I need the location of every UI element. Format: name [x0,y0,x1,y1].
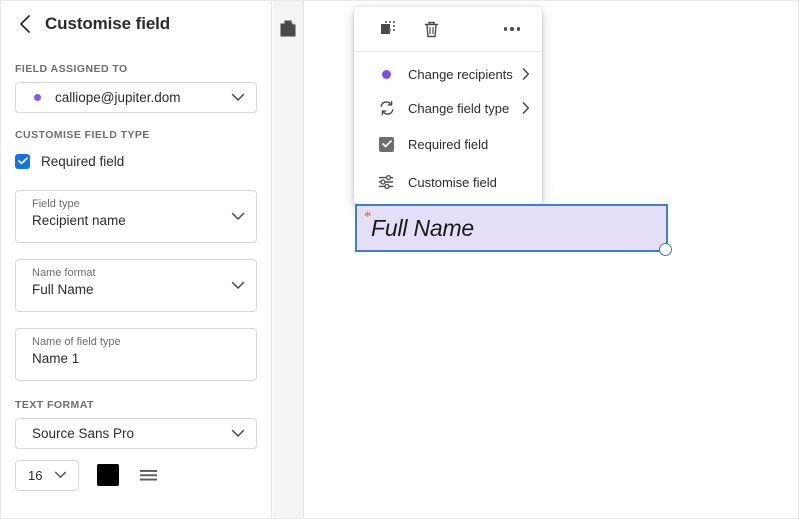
menu-item-label: Required field [408,136,489,152]
refresh-icon [378,100,395,116]
name-format-label: Name format [32,267,96,279]
page-title: Customise field [45,14,171,33]
name-of-field-type-input[interactable]: Name of field type Name 1 [15,328,257,381]
purple-dot-icon [378,69,395,79]
form-field-placeholder-text: Full Name [371,215,475,241]
field-context-menu: Change recipients Change field type Requ… [354,7,542,205]
field-type-label: Field type [32,198,80,210]
menu-item-required-field[interactable]: Required field [354,125,542,163]
field-type-value: Recipient name [32,213,126,228]
align-justify-icon [140,470,157,481]
delete-button[interactable] [423,20,440,39]
document-tools-strip [273,1,304,518]
context-menu-toolbar [354,7,542,52]
more-dot-icon [510,27,514,31]
checkbox-checked-icon[interactable] [378,136,395,152]
text-format-controls: 16 [1,459,271,491]
field-assigned-to-label: FIELD ASSIGNED TO [15,63,128,75]
font-size-value: 16 [28,467,43,483]
name-of-field-type-label: Name of field type [32,336,121,348]
text-format-label: TEXT FORMAT [15,399,94,411]
font-family-value: Source Sans Pro [32,425,135,441]
assigned-recipient-email: calliope@jupiter.dom [55,89,181,105]
customise-field-type-label: CUSTOMISE FIELD TYPE [15,129,150,141]
document-canvas: Change recipients Change field type Requ… [305,1,798,518]
chevron-right-icon [522,102,530,114]
menu-item-label: Change recipients [408,66,513,82]
field-type-dropdown[interactable]: Field type Recipient name [15,190,257,243]
menu-item-customise-field[interactable]: Customise field [354,163,542,201]
more-dot-icon [503,27,507,31]
checkbox-checked-icon[interactable] [15,153,30,169]
chevron-left-icon [19,15,30,33]
required-field-checkbox-row[interactable]: Required field [1,148,271,174]
chevron-right-icon [522,68,530,80]
duplicate-document-button[interactable] [273,19,303,40]
form-field-full-name[interactable]: * Full Name [355,204,672,256]
chevron-down-icon [231,89,245,107]
duplicate-selection-icon [381,21,395,34]
panel-header: Customise field [1,1,271,47]
customise-field-sidebar: Customise field FIELD ASSIGNED TO callio… [1,1,272,518]
menu-item-change-recipients[interactable]: Change recipients [354,57,542,91]
name-of-field-type-value: Name 1 [32,351,80,366]
chevron-down-icon [54,466,67,484]
more-options-button[interactable] [503,27,520,31]
duplicate-button[interactable] [380,20,399,38]
duplicate-document-icon [280,20,295,37]
required-field-label: Required field [41,153,125,169]
menu-item-label: Customise field [408,174,497,190]
resize-handle[interactable] [659,243,672,256]
assigned-recipient-dropdown[interactable]: calliope@jupiter.dom [15,82,257,113]
sliders-icon [378,174,395,190]
text-align-button[interactable] [139,468,158,482]
assigned-recipient-value-wrap: calliope@jupiter.dom [16,89,181,107]
trash-icon [424,21,439,37]
name-format-value: Full Name [32,282,94,297]
application-window: Customise field FIELD ASSIGNED TO callio… [0,0,799,519]
menu-item-change-field-type[interactable]: Change field type [354,91,542,125]
name-format-dropdown[interactable]: Name format Full Name [15,259,257,312]
menu-item-label: Change field type [408,100,510,116]
recipient-color-dot-icon [34,94,41,101]
font-family-dropdown[interactable]: Source Sans Pro [15,418,257,449]
back-button[interactable] [11,11,37,37]
chevron-down-icon [231,425,245,443]
font-size-dropdown[interactable]: 16 [15,459,79,491]
more-dot-icon [516,27,520,31]
font-color-swatch[interactable] [97,464,119,486]
